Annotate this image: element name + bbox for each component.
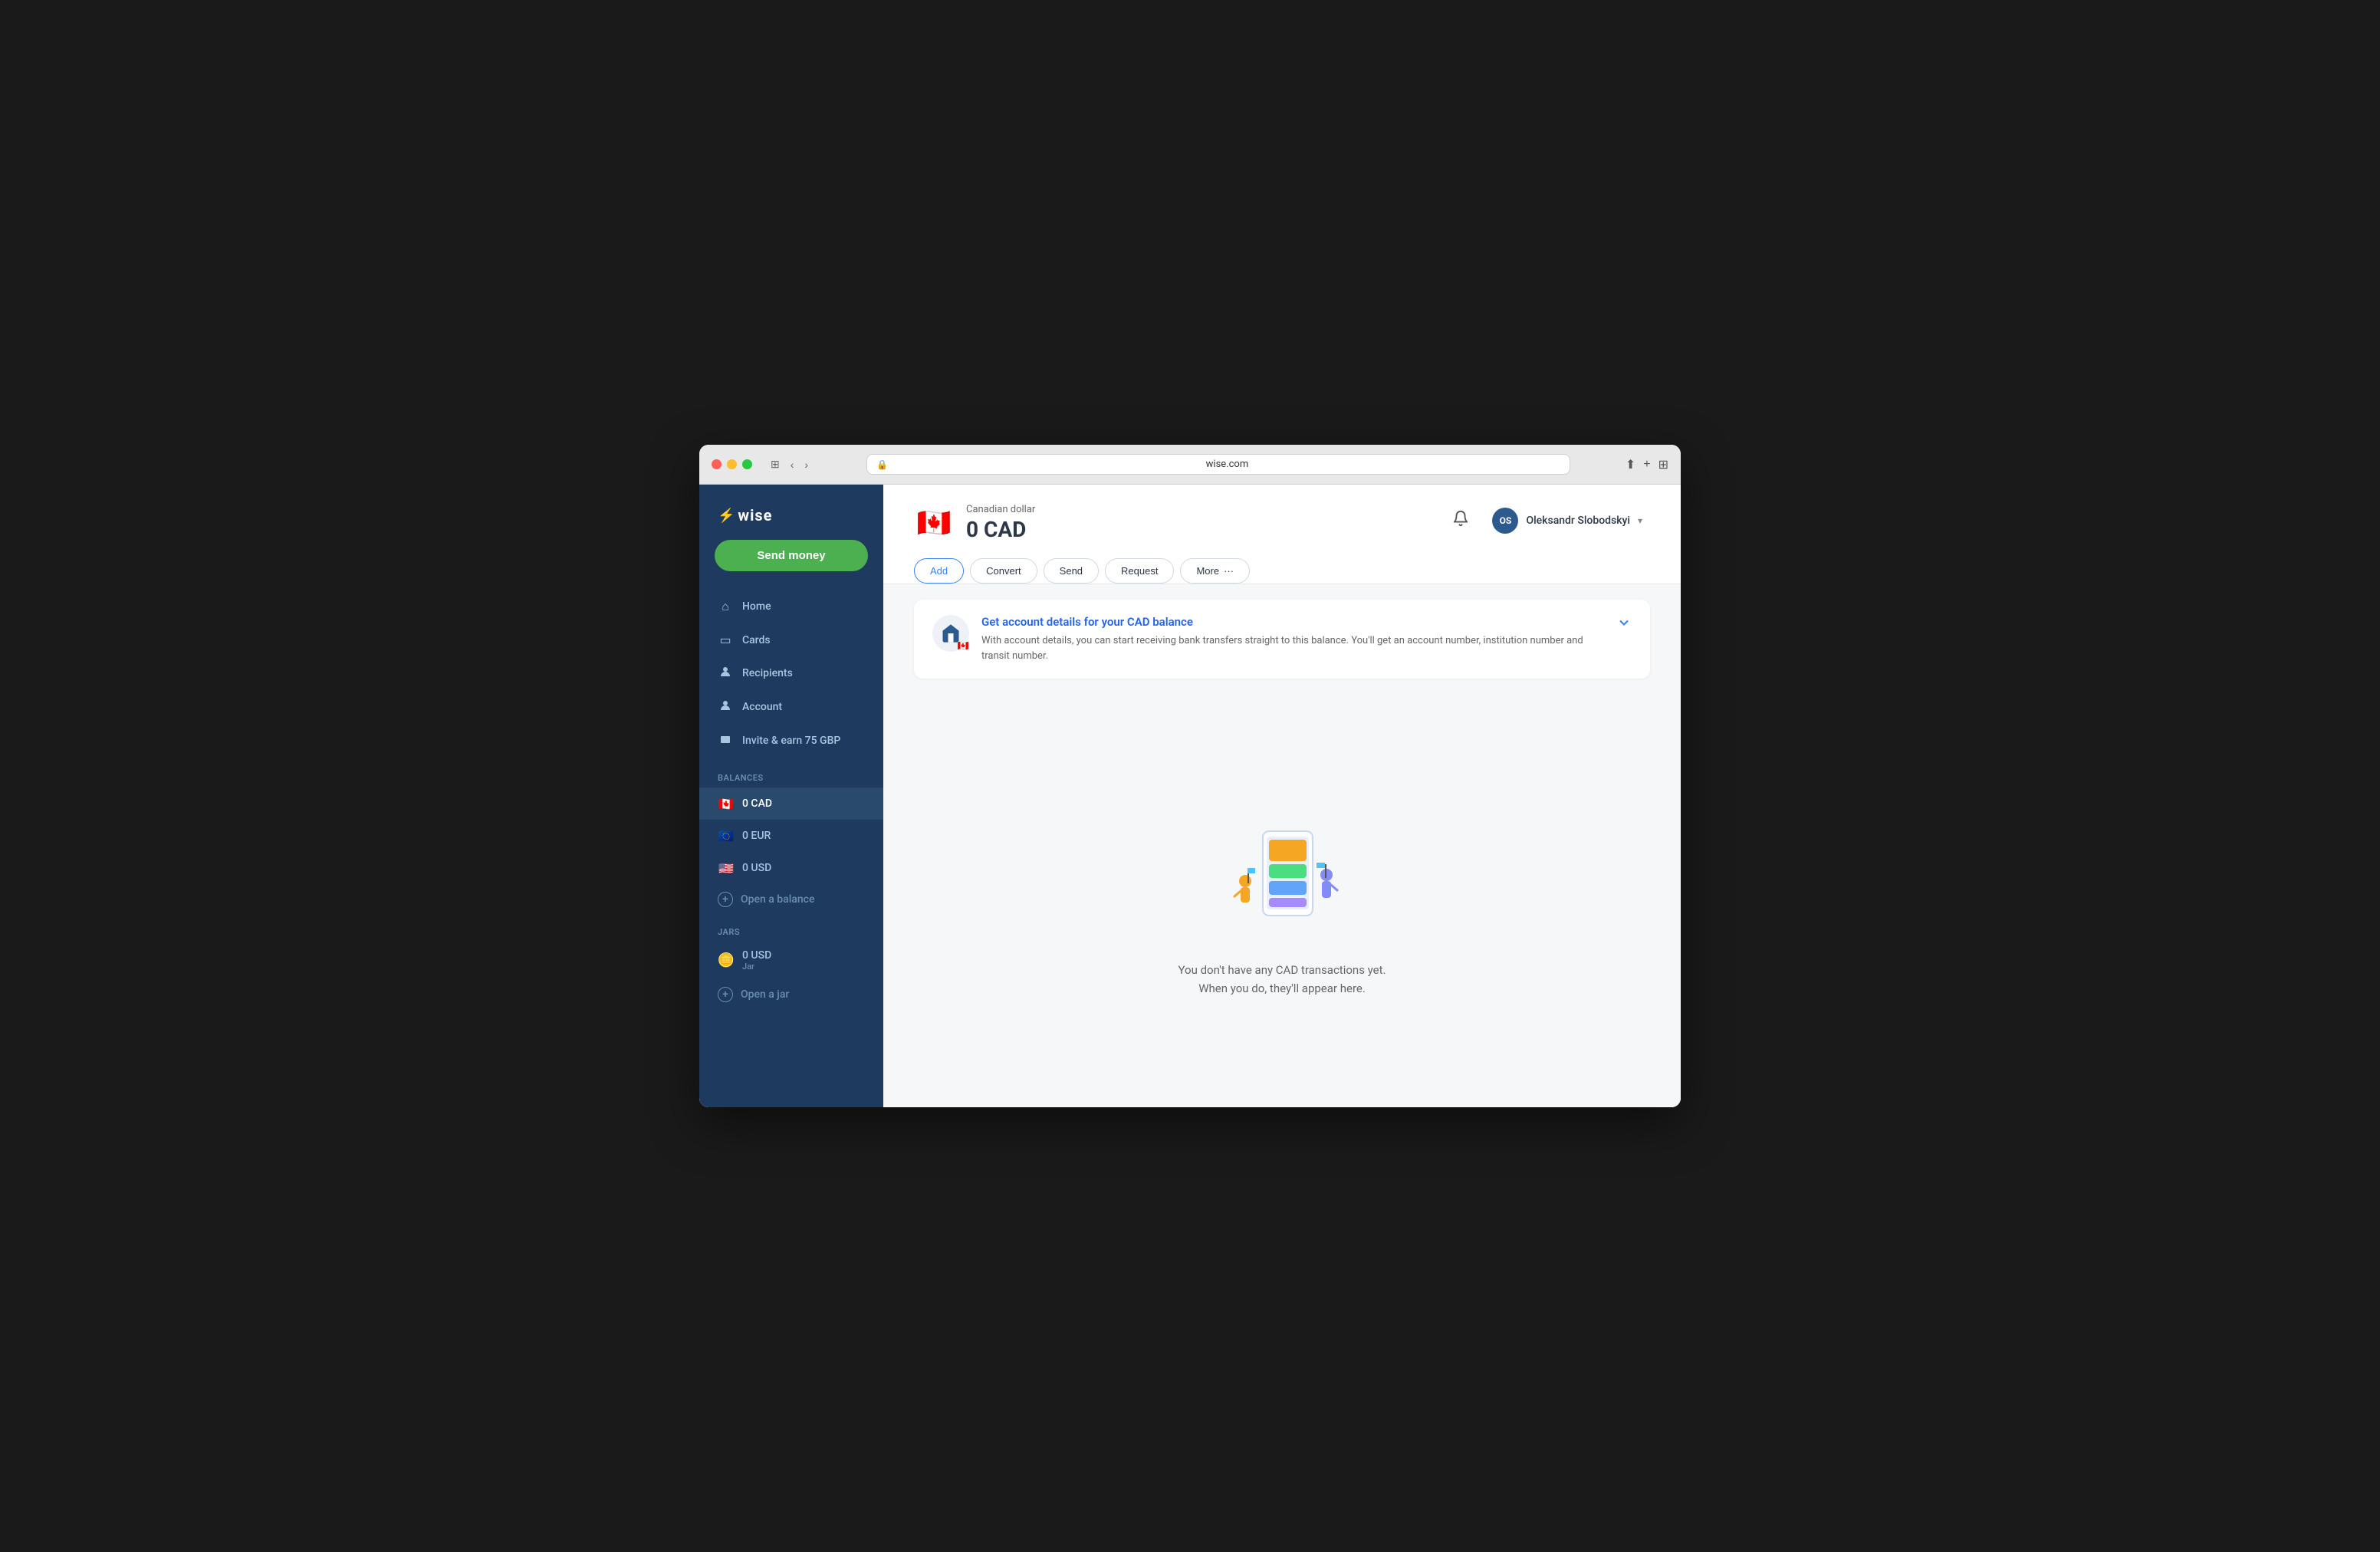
sidebar-toggle-button[interactable]: ⊞ [768,456,783,472]
sidebar-item-label-home: Home [742,600,771,613]
card-bank-icon: 🇨🇦 [932,615,969,652]
balance-item-cad[interactable]: 🇨🇦 0 CAD [699,788,883,820]
add-button[interactable]: Add [914,558,964,584]
flag-eur: 🇪🇺 [718,827,735,844]
balance-item-eur[interactable]: 🇪🇺 0 EUR [699,820,883,852]
cards-icon: ▭ [718,633,733,647]
grid-button[interactable]: ⊞ [1658,457,1668,472]
open-jar-button[interactable]: + Open a jar [699,979,883,1010]
sidebar-item-invite[interactable]: Invite & earn 75 GBP [699,724,883,758]
dots-icon: ··· [1224,565,1234,577]
sidebar-item-recipients[interactable]: Recipients [699,656,883,690]
minimize-button[interactable] [727,459,737,469]
recipients-icon [718,666,733,681]
traffic-lights [712,459,752,469]
sidebar-item-account[interactable]: Account [699,690,883,724]
sidebar-item-label-cards: Cards [742,634,771,646]
send-button[interactable]: Send [1044,558,1099,584]
plus-icon-jar: + [718,987,733,1002]
action-buttons: Add Convert Send Request More ··· [914,555,1650,584]
logo-area: ⚡ wise [699,485,883,540]
sidebar: ⚡ wise Send money ⌂ Home ▭ Cards [699,485,883,1107]
jar-icon: 🪙 [718,952,735,969]
open-balance-label: Open a balance [741,893,814,906]
chevron-down-icon: ▾ [1638,515,1642,526]
jar-amount: 0 USD [742,949,771,962]
empty-text: You don't have any CAD transactions yet.… [1178,961,1386,998]
header-right: OS Oleksandr Slobodskyi ▾ [1449,503,1650,538]
flag-usd: 🇺🇸 [718,860,735,876]
security-icon: 🔒 [876,459,888,470]
currency-details: Canadian dollar 0 CAD [966,504,1035,542]
balance-amount-usd: 0 USD [742,862,771,874]
jar-label: Jar [742,962,771,972]
logo-icon: ⚡ [718,508,735,524]
card-title: Get account details for your CAD balance [981,615,1604,629]
card-content: Get account details for your CAD balance… [981,615,1604,663]
sidebar-item-home[interactable]: ⌂ Home [699,590,883,623]
currency-info: 🇨🇦 Canadian dollar 0 CAD [914,503,1035,543]
currency-flag: 🇨🇦 [914,503,954,543]
convert-button[interactable]: Convert [970,558,1037,584]
account-details-card[interactable]: 🇨🇦 Get account details for your CAD bala… [914,600,1650,679]
currency-balance: 0 CAD [966,517,1035,542]
sidebar-item-label-account: Account [742,701,782,713]
jars-label: Jars [699,915,883,942]
empty-line2: When you do, they'll appear here. [1178,979,1386,998]
url-display: wise.com [894,459,1560,470]
open-balance-button[interactable]: + Open a balance [699,884,883,915]
empty-line1: You don't have any CAD transactions yet. [1178,961,1386,979]
currency-name: Canadian dollar [966,504,1035,515]
card-flag: 🇨🇦 [955,638,971,653]
content-header: 🇨🇦 Canadian dollar 0 CAD [883,485,1681,584]
flag-cad: 🇨🇦 [718,795,735,812]
close-button[interactable] [712,459,722,469]
card-description: With account details, you can start rece… [981,633,1604,663]
notification-button[interactable] [1449,507,1472,534]
more-button[interactable]: More ··· [1180,558,1250,584]
card-expand-icon[interactable] [1616,615,1632,633]
balance-amount-cad: 0 CAD [742,797,772,810]
browser-window: ⊞ ‹ › 🔒 wise.com ⬆ + ⊞ ⚡ wise Send [699,445,1681,1107]
main-nav: ⌂ Home ▭ Cards Recipients [699,587,883,761]
user-menu[interactable]: OS Oleksandr Slobodskyi ▾ [1484,503,1650,538]
browser-toolbar: ⊞ ‹ › 🔒 wise.com ⬆ + ⊞ [699,445,1681,485]
empty-illustration [1205,820,1359,942]
send-money-button[interactable]: Send money [715,540,868,571]
maximize-button[interactable] [742,459,752,469]
back-button[interactable]: ‹ [787,456,797,472]
app-container: ⚡ wise Send money ⌂ Home ▭ Cards [699,485,1681,1107]
avatar: OS [1492,508,1518,534]
sidebar-item-cards[interactable]: ▭ Cards [699,623,883,656]
address-bar[interactable]: 🔒 wise.com [866,454,1570,475]
plus-icon-balance: + [718,892,733,907]
browser-actions: ⬆ + ⊞ [1626,457,1668,472]
account-icon [718,699,733,715]
jar-info: 0 USD Jar [742,949,771,972]
balance-item-usd[interactable]: 🇺🇸 0 USD [699,852,883,884]
open-jar-label: Open a jar [741,988,789,1001]
invite-icon [718,733,733,748]
request-button[interactable]: Request [1105,558,1174,584]
more-label: More [1196,565,1219,577]
forward-button[interactable]: › [801,456,811,472]
sidebar-item-label-recipients: Recipients [742,667,793,679]
user-name: Oleksandr Slobodskyi [1526,515,1630,527]
balance-amount-eur: 0 EUR [742,830,771,842]
browser-controls: ⊞ ‹ › [768,456,811,472]
balances-label: Balances [699,761,883,788]
home-icon: ⌂ [718,599,733,614]
sidebar-item-label-invite: Invite & earn 75 GBP [742,735,840,747]
header-top: 🇨🇦 Canadian dollar 0 CAD [914,503,1650,555]
share-button[interactable]: ⬆ [1626,457,1635,472]
main-content: 🇨🇦 Canadian dollar 0 CAD [883,485,1681,1107]
empty-state: You don't have any CAD transactions yet.… [883,709,1681,1107]
jar-item-usd[interactable]: 🪙 0 USD Jar [699,942,883,979]
new-tab-button[interactable]: + [1643,458,1650,472]
wise-logo: ⚡ wise [718,506,865,524]
logo-text: wise [738,506,772,524]
